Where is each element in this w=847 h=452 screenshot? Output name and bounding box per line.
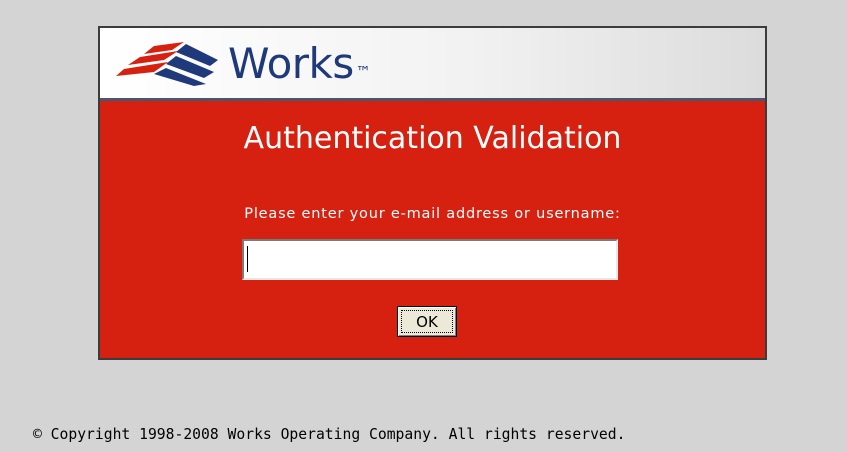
text-caret xyxy=(247,246,248,272)
username-prompt-label: Please enter your e-mail address or user… xyxy=(244,206,621,222)
dialog-title: Authentication Validation xyxy=(243,121,622,156)
trademark-symbol: ™ xyxy=(355,63,371,81)
logo-wordmark: Works ™ xyxy=(228,39,371,88)
flag-logo-icon xyxy=(116,42,218,86)
dialog-header: Works ™ xyxy=(100,28,765,101)
focus-ring xyxy=(401,310,453,333)
username-input[interactable] xyxy=(242,239,618,280)
authentication-dialog: Works ™ Authentication Validation Please … xyxy=(98,26,767,360)
ok-button[interactable]: OK xyxy=(397,306,457,337)
copyright-notice: © Copyright 1998-2008 Works Operating Co… xyxy=(33,426,626,443)
